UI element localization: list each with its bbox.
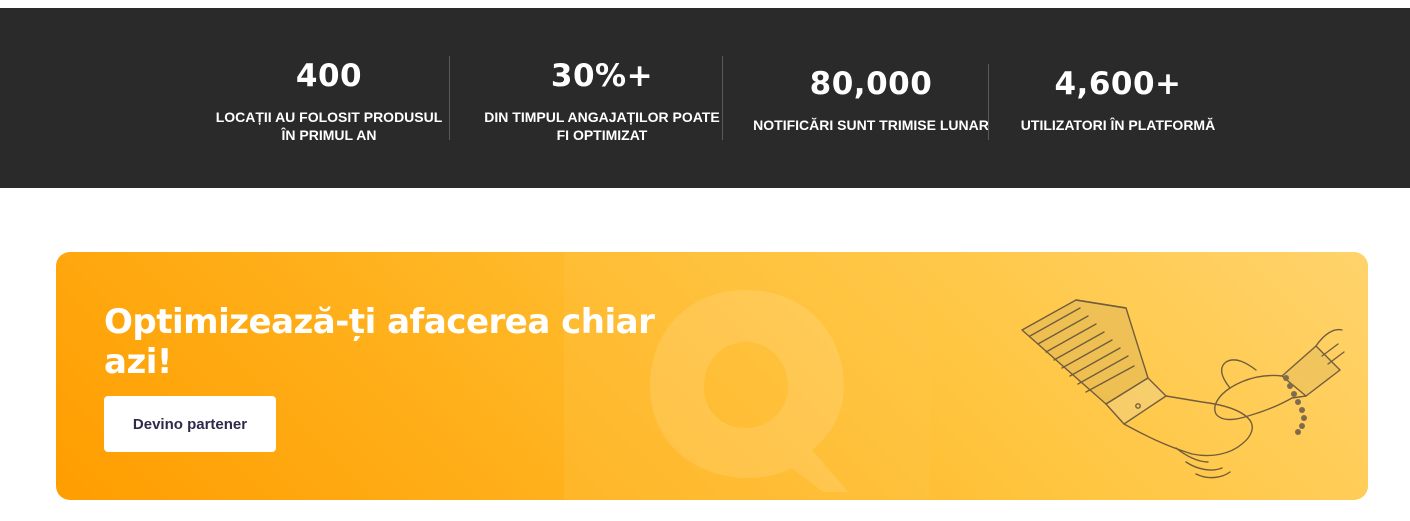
stat-divider — [449, 56, 450, 140]
stat-label: UTILIZATORI ÎN PLATFORMĂ — [1008, 116, 1228, 134]
stat-label: DIN TIMPUL ANGAJAȚILOR POATE FI OPTIMIZA… — [482, 108, 722, 144]
brand-logo-mark-icon — [650, 290, 849, 492]
cta-title-line: azi! — [104, 342, 172, 382]
stat-label-line: ÎN PRIMUL AN — [281, 127, 377, 143]
stat-label: NOTIFICĂRI SUNT TRIMISE LUNAR — [752, 116, 990, 134]
stat-value: 400 — [295, 58, 363, 94]
stat-label-line: UTILIZATORI ÎN PLATFORMĂ — [1020, 117, 1216, 133]
stat-locations: 400 LOCAȚII AU FOLOSIT PRODUSUL ÎN PRIMU… — [214, 58, 444, 144]
handshake-illustration-icon — [1021, 299, 1345, 479]
page: 400 LOCAȚII AU FOLOSIT PRODUSUL ÎN PRIMU… — [0, 0, 1410, 521]
stat-value: 80,000 — [809, 66, 933, 102]
stat-label-line: NOTIFICĂRI SUNT TRIMISE LUNAR — [753, 117, 989, 133]
stat-divider — [988, 64, 989, 140]
stat-value: 30%+ — [550, 58, 654, 94]
stat-label-line: DIN TIMPUL ANGAJAȚILOR POATE — [484, 109, 720, 125]
cta-banner: Optimizează-ți afacerea chiar azi! Devin… — [56, 252, 1368, 500]
stat-users: 4,600+ UTILIZATORI ÎN PLATFORMĂ — [1008, 66, 1228, 134]
stat-divider — [722, 56, 723, 140]
stat-label-line: LOCAȚII AU FOLOSIT PRODUSUL — [215, 109, 443, 125]
stat-value: 4,600+ — [1054, 66, 1182, 102]
cta-title: Optimizează-ți afacerea chiar azi! — [104, 302, 664, 382]
stat-time-optimized: 30%+ DIN TIMPUL ANGAJAȚILOR POATE FI OPT… — [482, 58, 722, 144]
cta-title-line: Optimizează-ți afacerea chiar — [104, 302, 655, 342]
become-partner-button[interactable]: Devino partener — [104, 396, 276, 452]
stat-notifications: 80,000 NOTIFICĂRI SUNT TRIMISE LUNAR — [752, 66, 990, 134]
stat-label: LOCAȚII AU FOLOSIT PRODUSUL ÎN PRIMUL AN — [214, 108, 444, 144]
stats-band: 400 LOCAȚII AU FOLOSIT PRODUSUL ÎN PRIMU… — [0, 8, 1410, 188]
stat-label-line: FI OPTIMIZAT — [556, 127, 648, 143]
